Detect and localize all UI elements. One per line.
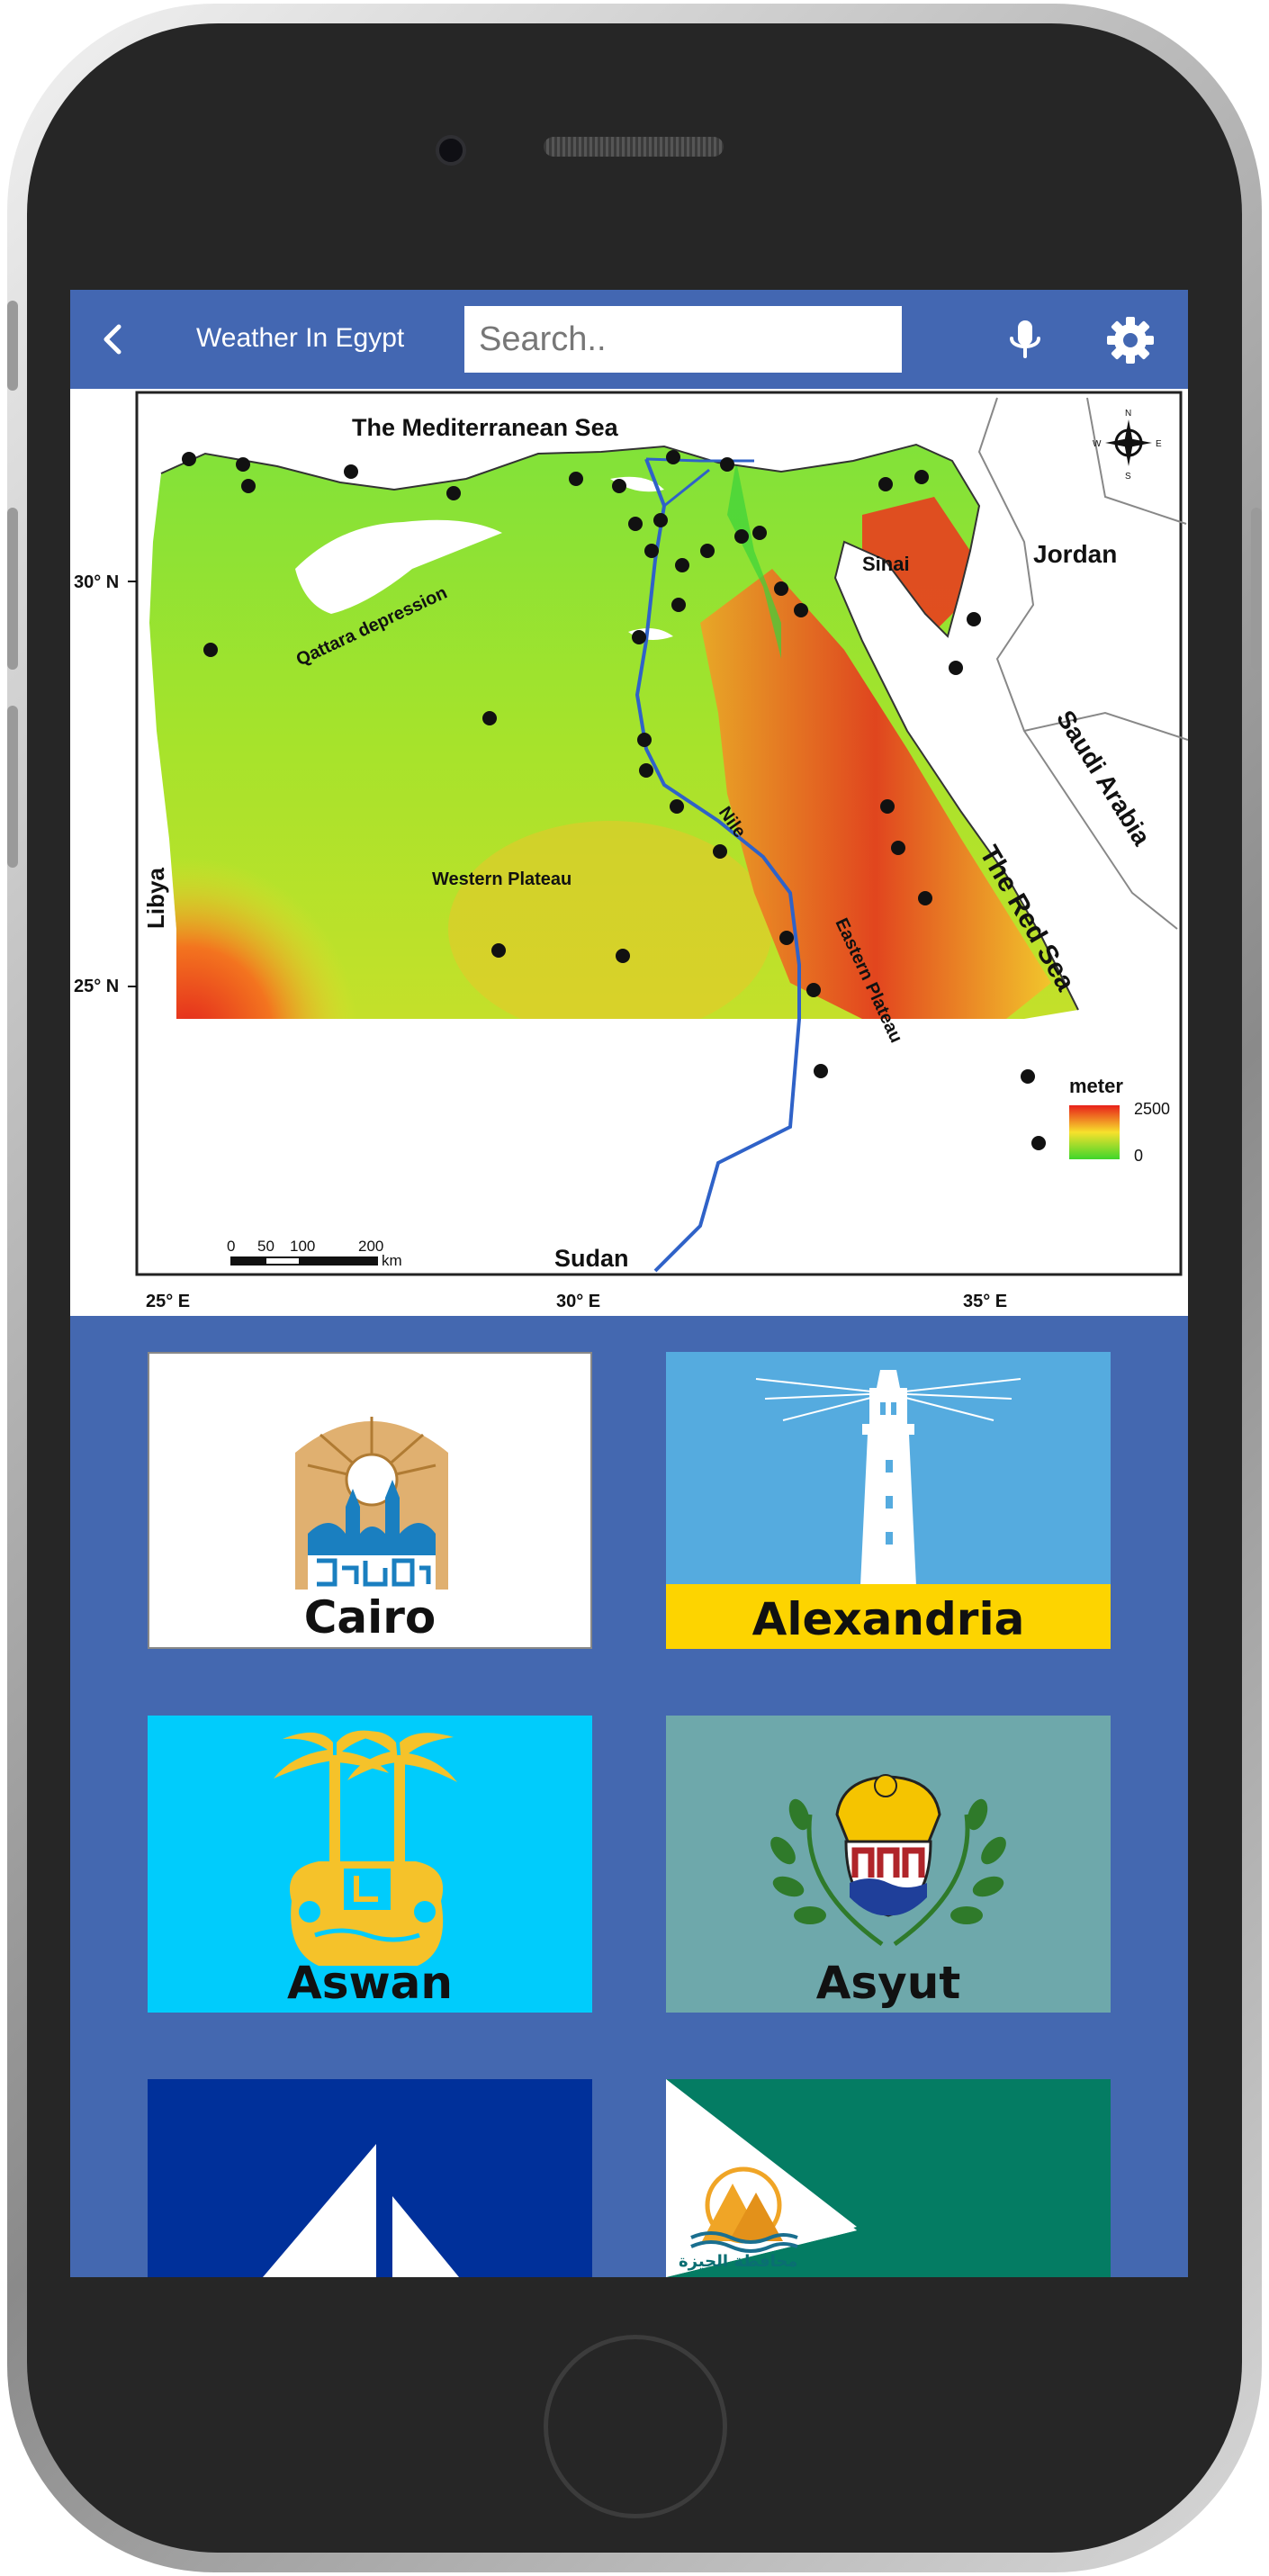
giza-logo-text: محافظة الجيزة [679,2252,798,2271]
svg-text:100: 100 [290,1238,315,1255]
earpiece-speaker [544,137,724,157]
lat-30-label: 30° N [74,572,119,592]
lon-25-label: 25° E [146,1292,190,1311]
sea-label: The Mediterranean Sea [352,414,619,441]
svg-text:km: km [382,1252,402,1269]
sinai-label: Sinai [862,553,910,575]
svg-text:E: E [1156,439,1162,449]
egypt-elevation-map: The Mediterranean Sea Sinai Jordan Saudi… [70,389,1188,1316]
libya-label: Libya [142,868,169,929]
sudan-label: Sudan [554,1245,629,1272]
svg-text:50: 50 [257,1238,274,1255]
home-button[interactable] [544,2335,727,2518]
gear-icon[interactable] [1105,315,1156,365]
svg-text:200: 200 [358,1238,383,1255]
sailboat-icon [263,2144,459,2277]
city-tile-asyut[interactable]: Asyut [666,1716,1111,2013]
power-button [1251,508,1262,670]
city-tile-aswan[interactable]: Aswan [148,1716,592,2013]
app-screen: Weather In Egypt Search.. The Mediterran… [70,290,1188,2277]
jordan-label: Jordan [1033,540,1117,568]
lon-35-label: 35° E [963,1292,1007,1311]
svg-text:W: W [1093,439,1102,449]
chevron-left-icon[interactable] [90,317,135,362]
city-tile-giza[interactable]: محافظة الجيزة [666,2079,1111,2277]
svg-text:2500: 2500 [1134,1100,1170,1118]
lat-25-label: 25° N [74,977,119,996]
volume-up-button [7,508,18,670]
lon-30-label: 30° E [556,1292,600,1311]
svg-text:S: S [1125,472,1131,482]
city-label: Aswan [287,1957,453,2009]
mute-switch [7,301,18,391]
search-input[interactable] [464,306,902,373]
city-label: Asyut [815,1957,961,2009]
giza-emblem-icon [666,2079,857,2277]
city-label: Alexandria [752,1593,1025,1645]
city-tile-alexandria[interactable]: Alexandria [666,1352,1111,1649]
city-tile-cairo[interactable]: Cairo [148,1352,592,1649]
microphone-icon[interactable] [1003,317,1048,364]
svg-text:0: 0 [1134,1147,1143,1165]
svg-text:meter: meter [1069,1075,1123,1097]
front-camera [436,135,466,166]
governorate-grid: Cairo Alexandria Aswan Asyut محافظة الجي… [70,1316,1188,2277]
svg-text:0: 0 [227,1238,235,1255]
city-label: Cairo [303,1591,436,1644]
western-plateau-label: Western Plateau [432,869,572,889]
app-title: Weather In Egypt [196,323,405,353]
top-app-bar: Weather In Egypt [70,290,1188,389]
city-tile-sailboat[interactable] [148,2079,592,2277]
svg-text:N: N [1125,409,1131,419]
volume-down-button [7,706,18,868]
